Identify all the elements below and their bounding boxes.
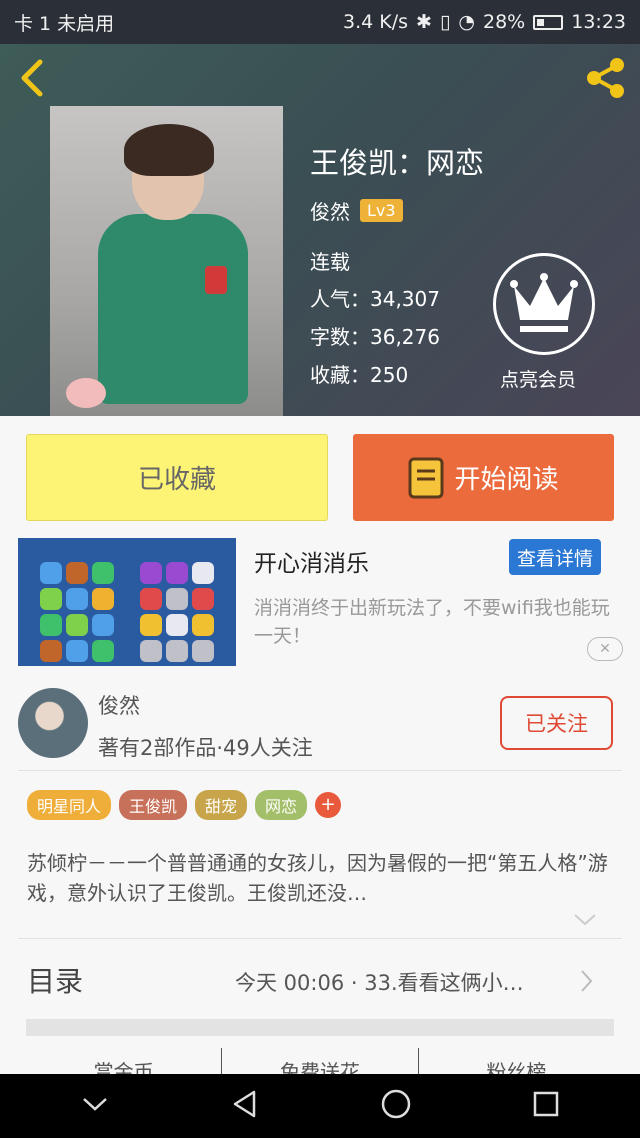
home-nav-icon[interactable] (380, 1088, 412, 1124)
author-avatar[interactable] (18, 688, 88, 758)
add-tag-button[interactable]: + (315, 792, 342, 818)
wifi-icon: ◔ (458, 11, 475, 33)
follow-button[interactable]: 已关注 (500, 696, 613, 750)
section-separator (26, 1019, 614, 1036)
book-title: 王俊凯：网恋 (310, 146, 485, 180)
vibrate-icon: ▯ (439, 11, 451, 33)
recents-nav-icon[interactable] (532, 1090, 560, 1122)
saved-button[interactable]: 已收藏 (26, 434, 328, 521)
tag-item[interactable]: 明星同人 (27, 790, 112, 820)
ad-title[interactable]: 开心消消乐 (254, 544, 369, 578)
book-header: 王俊凯：网恋 俊然 Lv3 连载 人气：34,307 字数：36,276 收藏：… (0, 44, 640, 416)
hide-nav-icon[interactable] (80, 1094, 110, 1118)
toc-label[interactable]: 目录 (27, 960, 83, 1000)
book-word-count: 字数：36,276 (310, 325, 440, 349)
back-nav-icon[interactable] (230, 1089, 260, 1123)
vip-button[interactable] (493, 253, 595, 355)
divider (18, 938, 622, 939)
author-level-badge: Lv3 (360, 199, 403, 222)
crown-icon (510, 273, 578, 332)
start-reading-label: 开始阅读 (454, 465, 559, 495)
battery-icon (533, 14, 564, 30)
start-reading-button[interactable]: 开始阅读 (353, 434, 614, 521)
book-icon (408, 457, 444, 498)
book-status: 连载 (310, 250, 350, 274)
book-author[interactable]: 俊然 (310, 196, 350, 225)
book-summary[interactable]: 苏倾柠－－一个普普通通的女孩儿，因为暑假的一把“第五人格”游戏，意外认识了王俊凯… (27, 848, 615, 908)
book-popularity: 人气：34,307 (310, 287, 440, 311)
ad-close-icon[interactable]: ✕ (587, 637, 623, 661)
ad-description: 消消消终于出新玩法了，不要wifi我也能玩一天！ (254, 597, 610, 647)
system-nav-bar (0, 1074, 640, 1138)
author-card-name[interactable]: 俊然 (98, 690, 140, 720)
bluetooth-icon: ✱ (416, 11, 432, 33)
battery-percent: 28% (483, 11, 526, 33)
tag-list: 明星同人 王俊凯 甜宠 网恋 + (27, 790, 342, 820)
book-favorites: 收藏：250 (310, 363, 409, 387)
book-cover[interactable] (50, 106, 283, 416)
ad-detail-button[interactable]: 查看详情 (509, 539, 602, 575)
chevron-right-icon[interactable] (579, 968, 595, 998)
back-arrow-icon[interactable] (14, 56, 54, 100)
tag-item[interactable]: 王俊凯 (119, 790, 188, 820)
toc-latest-chapter[interactable]: 今天 00:06 · 33.看看这俩小… (235, 967, 524, 997)
ad-image[interactable] (18, 538, 236, 666)
network-speed: 3.4 K/s (343, 11, 409, 33)
tag-item[interactable]: 甜宠 (195, 790, 248, 820)
tag-item[interactable]: 网恋 (255, 790, 308, 820)
status-bar: 卡 1 未启用 3.4 K/s ✱ ▯ ◔ 28% 13:23 (0, 0, 640, 44)
share-icon[interactable] (582, 56, 630, 100)
divider (18, 770, 622, 771)
clock: 13:23 (571, 11, 626, 33)
carrier-text: 卡 1 未启用 (14, 12, 115, 35)
vip-label: 点亮会员 (500, 369, 577, 391)
chevron-down-icon[interactable] (572, 912, 598, 932)
author-card-info: 著有2部作品·49人关注 (98, 736, 313, 760)
